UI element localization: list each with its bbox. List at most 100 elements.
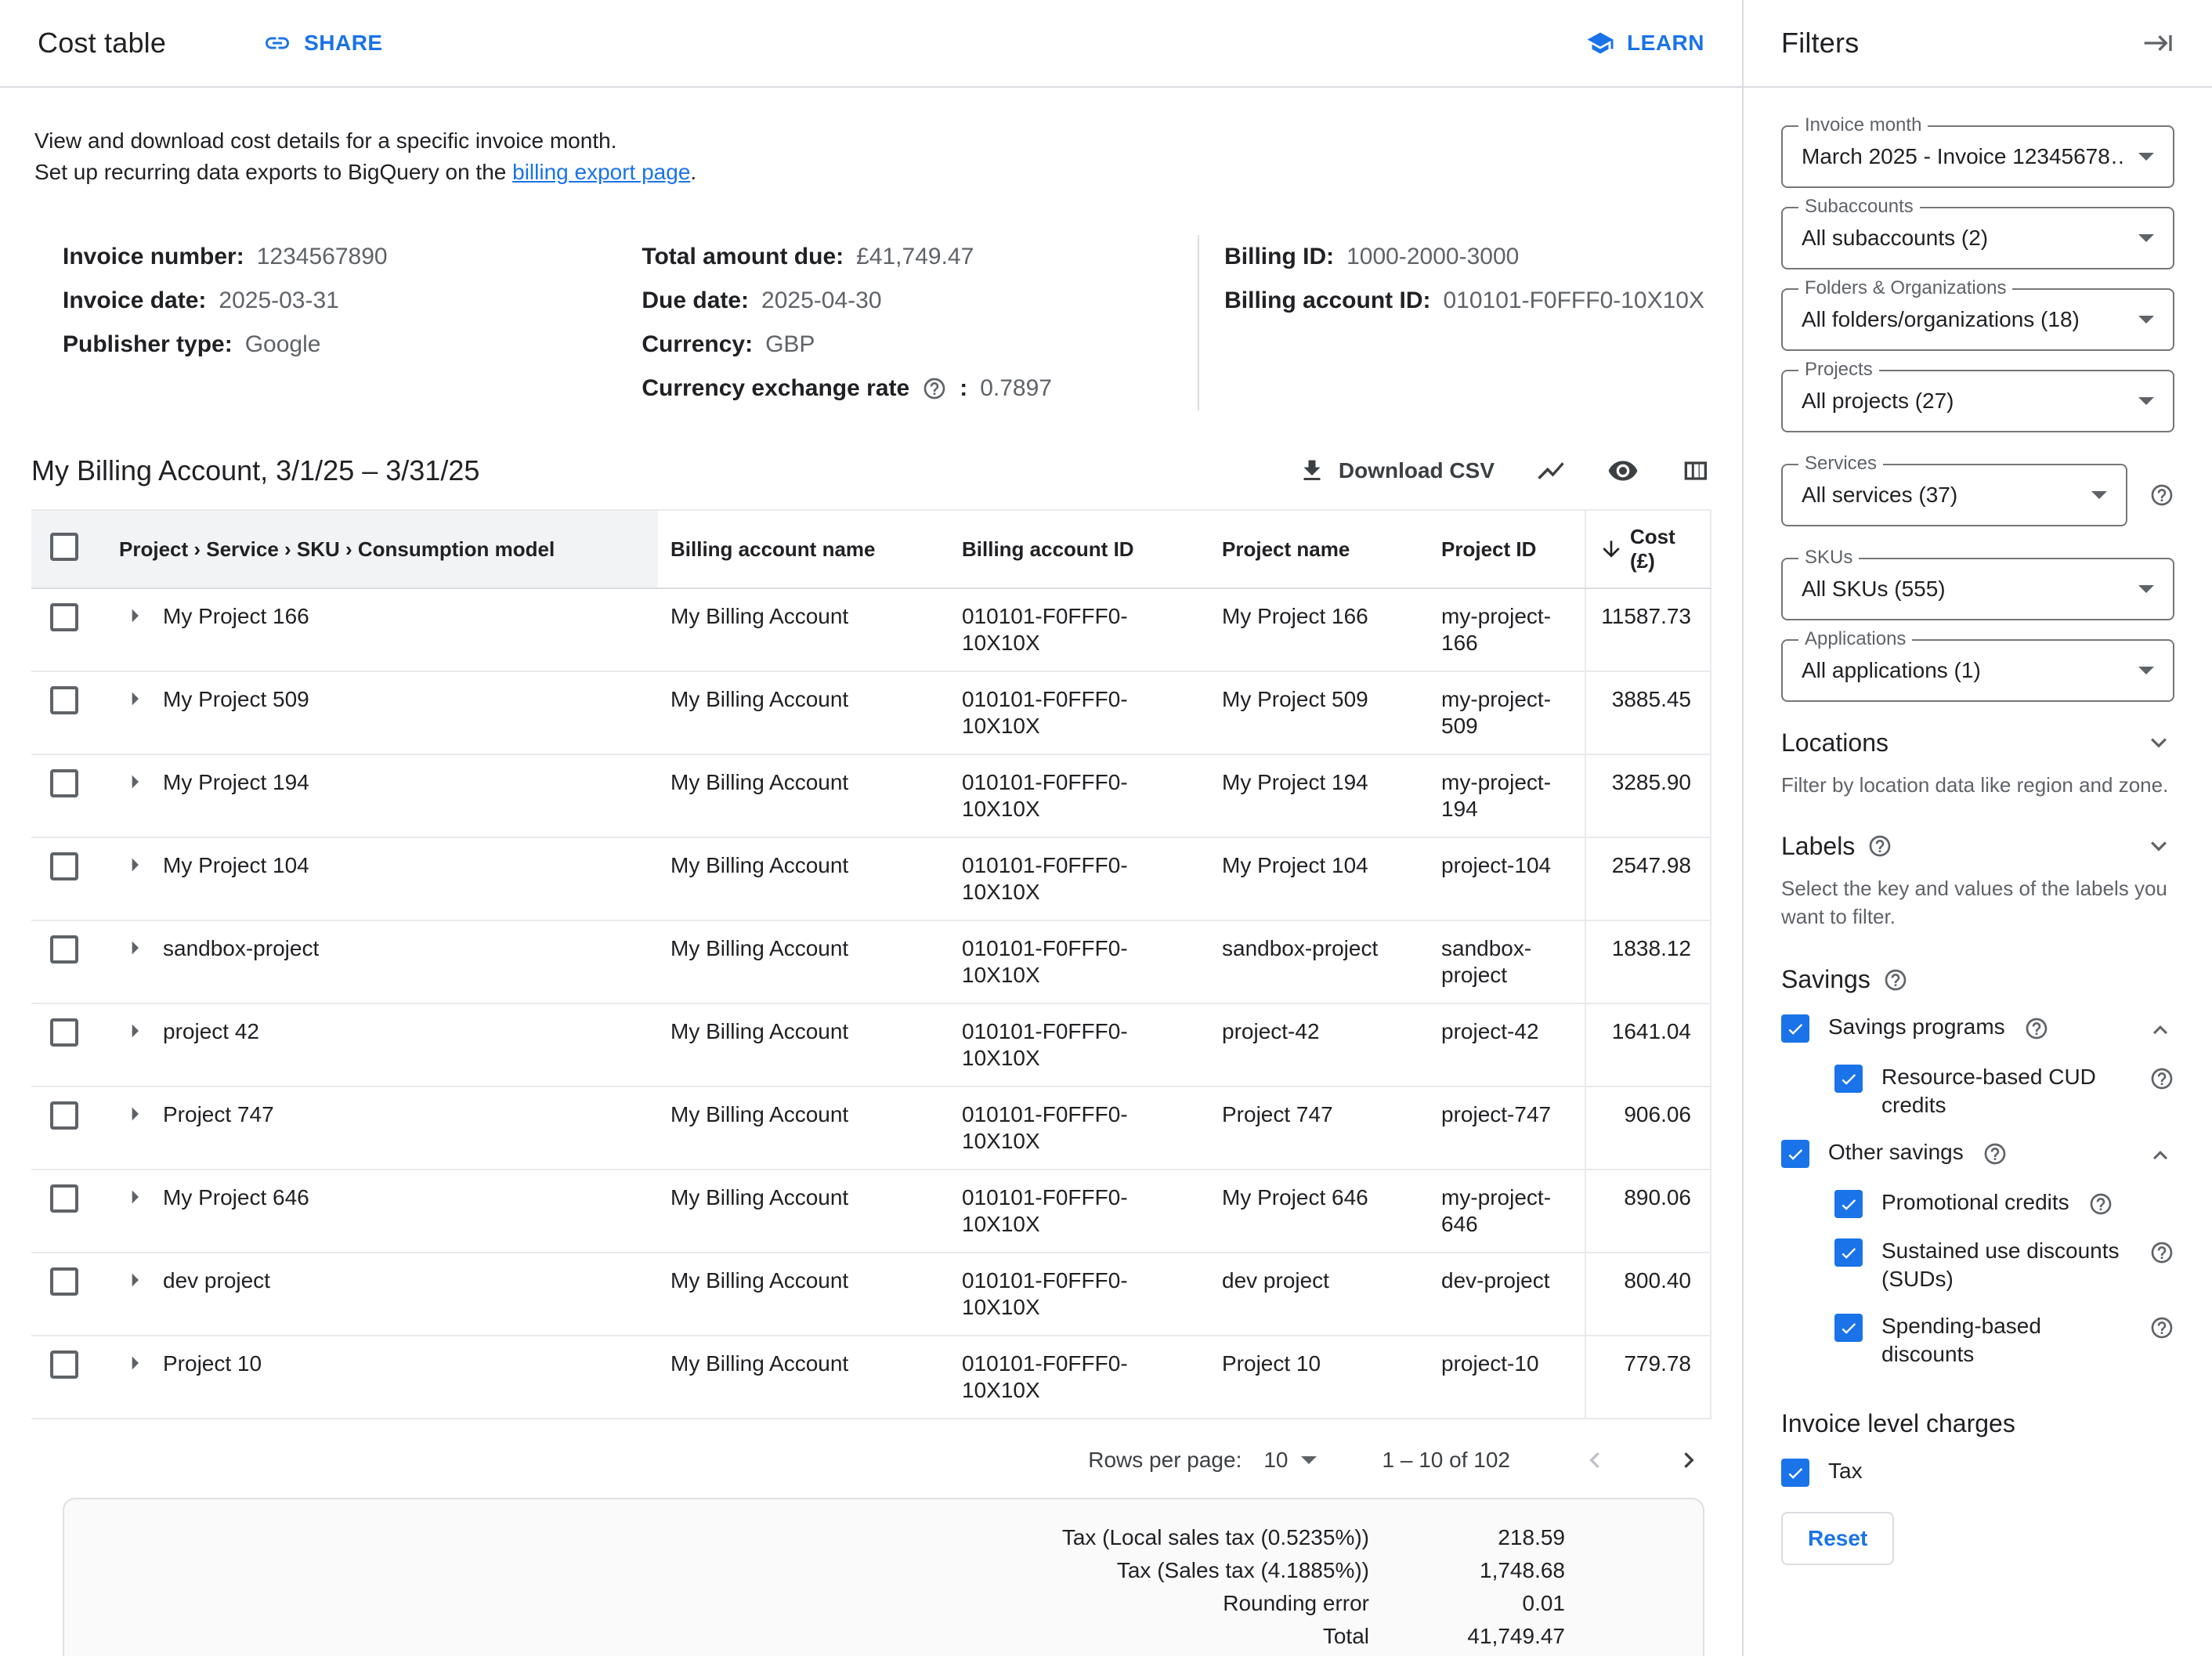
intro-text: View and download cost details for a spe… <box>34 125 1704 188</box>
billing-export-link[interactable]: billing export page <box>512 160 690 184</box>
row-project-label: My Project 104 <box>163 852 309 879</box>
row-project-label: My Project 194 <box>163 769 309 796</box>
row-checkbox[interactable] <box>50 1184 78 1213</box>
expand-row-icon[interactable] <box>119 766 150 797</box>
row-project-id: my-project-194 <box>1429 754 1585 837</box>
table-row[interactable]: sandbox-project My Billing Account 01010… <box>31 920 1711 1003</box>
row-project-name: My Project 646 <box>1209 1170 1429 1253</box>
row-checkbox[interactable] <box>50 769 78 797</box>
main-area: Cost table SHARE LEARN View and download… <box>0 0 1742 1656</box>
next-page-icon[interactable] <box>1673 1444 1704 1476</box>
resource-cud-credits-checkbox[interactable] <box>1834 1065 1863 1093</box>
row-project-label: Project 10 <box>163 1350 262 1377</box>
applications-select[interactable]: Applications All applications (1) <box>1781 639 2174 702</box>
other-savings-checkbox[interactable] <box>1781 1140 1809 1168</box>
help-icon[interactable] <box>2149 1066 2174 1091</box>
row-billing-account-name: My Billing Account <box>658 754 949 837</box>
help-icon[interactable] <box>2149 1240 2174 1265</box>
row-cost: 1641.04 <box>1585 1003 1711 1087</box>
previous-page-icon[interactable] <box>1579 1444 1610 1476</box>
chevron-down-icon[interactable] <box>2143 727 2174 758</box>
invoice-summary: Invoice number: 1234567890 Invoice date:… <box>63 235 1742 410</box>
skus-select[interactable]: SKUs All SKUs (555) <box>1781 558 2174 620</box>
chevron-down-icon[interactable] <box>2143 830 2174 862</box>
column-header-project-id: Project ID <box>1429 510 1585 588</box>
help-icon[interactable] <box>1982 1141 2008 1166</box>
expand-row-icon[interactable] <box>119 1264 150 1296</box>
help-icon[interactable] <box>1883 967 1908 993</box>
expand-row-icon[interactable] <box>119 932 150 964</box>
check-icon <box>1838 1242 1860 1264</box>
tax-summary-row: Tax (Local sales tax (0.5235%)) 218.59 <box>64 1521 1565 1554</box>
table-row[interactable]: Project 10 My Billing Account 010101-F0F… <box>31 1336 1711 1419</box>
chevron-up-icon[interactable] <box>2146 1141 2174 1170</box>
help-icon[interactable] <box>2149 1315 2174 1340</box>
row-billing-account-name: My Billing Account <box>658 837 949 920</box>
reset-button[interactable]: Reset <box>1781 1512 1894 1565</box>
row-checkbox[interactable] <box>50 1350 78 1379</box>
expand-row-icon[interactable] <box>119 1347 150 1379</box>
table-row[interactable]: project 42 My Billing Account 010101-F0F… <box>31 1003 1711 1087</box>
chevron-up-icon[interactable] <box>2146 1016 2174 1044</box>
row-cost: 890.06 <box>1585 1170 1711 1253</box>
select-all-checkbox[interactable] <box>50 533 78 561</box>
savings-programs-row: Savings programs <box>1781 1013 2174 1044</box>
locations-section-header[interactable]: Locations <box>1781 727 2174 758</box>
expand-row-icon[interactable] <box>119 600 150 631</box>
row-checkbox[interactable] <box>50 1018 78 1047</box>
eye-icon[interactable] <box>1607 455 1639 486</box>
row-checkbox[interactable] <box>50 1267 78 1296</box>
help-icon[interactable] <box>1867 833 1892 859</box>
chart-icon[interactable] <box>1535 455 1567 486</box>
check-icon <box>1784 1018 1806 1040</box>
tax-row: Tax <box>1781 1457 2174 1487</box>
row-checkbox[interactable] <box>50 935 78 964</box>
row-project-id: project-104 <box>1429 837 1585 920</box>
invoice-month-select[interactable]: Invoice month March 2025 - Invoice 12345… <box>1781 125 2174 188</box>
invoice-summary-line: Billing account ID: 010101-F0FFF0-10X10X <box>1224 279 1704 323</box>
row-project-id: dev-project <box>1429 1253 1585 1336</box>
table-row[interactable]: My Project 104 My Billing Account 010101… <box>31 837 1711 920</box>
services-select[interactable]: Services All services (37) <box>1781 464 2127 526</box>
help-icon[interactable] <box>2024 1016 2049 1041</box>
promotional-credits-checkbox[interactable] <box>1834 1190 1863 1218</box>
table-row[interactable]: My Project 166 My Billing Account 010101… <box>31 588 1711 671</box>
row-checkbox[interactable] <box>50 686 78 714</box>
table-row[interactable]: Project 747 My Billing Account 010101-F0… <box>31 1087 1711 1170</box>
help-icon[interactable] <box>2088 1191 2113 1217</box>
row-checkbox[interactable] <box>50 852 78 880</box>
tax-checkbox[interactable] <box>1781 1459 1809 1487</box>
other-savings-row: Other savings <box>1781 1138 2174 1170</box>
view-columns-icon[interactable] <box>1679 455 1711 486</box>
intro-line2: Set up recurring data exports to BigQuer… <box>34 157 1704 188</box>
collapse-panel-icon[interactable] <box>2143 27 2174 59</box>
download-csv-button[interactable]: Download CSV <box>1298 457 1495 485</box>
projects-select[interactable]: Projects All projects (27) <box>1781 370 2174 432</box>
learn-button[interactable]: LEARN <box>1586 29 1704 57</box>
help-icon[interactable] <box>2149 483 2174 508</box>
table-row[interactable]: dev project My Billing Account 010101-F0… <box>31 1253 1711 1336</box>
row-billing-account-name: My Billing Account <box>658 671 949 754</box>
subaccounts-select[interactable]: Subaccounts All subaccounts (2) <box>1781 207 2174 269</box>
column-header-cost[interactable]: Cost (£) <box>1585 510 1711 588</box>
row-checkbox[interactable] <box>50 603 78 631</box>
expand-row-icon[interactable] <box>119 1181 150 1213</box>
expand-row-icon[interactable] <box>119 849 150 880</box>
pagination: Rows per page: 10 1 – 10 of 102 <box>0 1444 1704 1476</box>
help-icon[interactable] <box>922 376 947 401</box>
folders-organizations-select[interactable]: Folders & Organizations All folders/orga… <box>1781 288 2174 351</box>
table-row[interactable]: My Project 646 My Billing Account 010101… <box>31 1170 1711 1253</box>
labels-section-header[interactable]: Labels <box>1781 830 2174 862</box>
expand-row-icon[interactable] <box>119 1098 150 1130</box>
savings-programs-checkbox[interactable] <box>1781 1014 1809 1043</box>
tax-summary-row: Tax (Sales tax (4.1885%)) 1,748.68 <box>64 1554 1565 1587</box>
spending-based-discounts-checkbox[interactable] <box>1834 1314 1863 1342</box>
table-row[interactable]: My Project 194 My Billing Account 010101… <box>31 754 1711 837</box>
row-checkbox[interactable] <box>50 1101 78 1130</box>
expand-row-icon[interactable] <box>119 1015 150 1047</box>
table-row[interactable]: My Project 509 My Billing Account 010101… <box>31 671 1711 754</box>
sustained-use-discounts-checkbox[interactable] <box>1834 1238 1863 1267</box>
share-button[interactable]: SHARE <box>263 29 383 57</box>
rows-per-page-select[interactable]: 10 <box>1263 1448 1316 1473</box>
expand-row-icon[interactable] <box>119 683 150 714</box>
